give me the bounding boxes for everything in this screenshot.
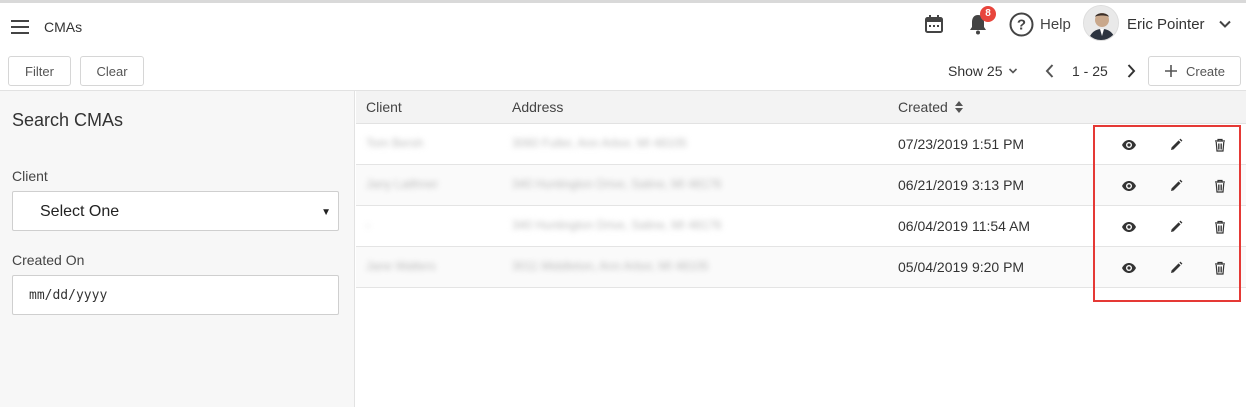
table-row[interactable]: - 340 Huntington Drive, Saline, MI 48176…	[356, 206, 1246, 247]
chevron-down-icon	[1009, 68, 1018, 74]
filter-button[interactable]: Filter	[8, 56, 71, 86]
pager-range: 1 - 25	[1072, 63, 1108, 79]
clear-button[interactable]: Clear	[80, 56, 144, 86]
client-select-value: Select One	[40, 203, 120, 220]
table-row[interactable]: Tom Bersh 3060 Fuller, Ann Arbor, MI 481…	[356, 124, 1246, 165]
cell-created: 06/04/2019 11:54 AM	[898, 218, 1031, 234]
created-on-date-input[interactable]	[12, 275, 339, 315]
table-row[interactable]: Jany Laithner 340 Huntington Drive, Sali…	[356, 165, 1246, 206]
column-header-created-label: Created	[898, 99, 948, 115]
search-title: Search CMAs	[12, 110, 124, 130]
pencil-icon[interactable]	[1166, 135, 1186, 155]
cell-created: 07/23/2019 1:51 PM	[898, 136, 1025, 152]
chevron-left-icon[interactable]	[1043, 63, 1057, 79]
pencil-icon[interactable]	[1166, 176, 1186, 196]
trash-icon[interactable]	[1210, 135, 1230, 155]
page-size-label: Show 25	[948, 63, 1003, 79]
help-icon[interactable]: ?	[1009, 12, 1034, 37]
client-select[interactable]: Select One ▼	[12, 191, 339, 231]
caret-down-icon: ▼	[321, 207, 331, 218]
page-size-select[interactable]: Show 25	[948, 63, 1018, 79]
eye-icon[interactable]	[1119, 258, 1139, 278]
client-label: Client	[12, 168, 48, 184]
pencil-icon[interactable]	[1166, 217, 1186, 237]
cell-address: 340 Huntington Drive, Saline, MI 48176	[512, 218, 722, 232]
svg-text:?: ?	[1017, 17, 1026, 34]
page-title: CMAs	[44, 19, 83, 35]
help-link[interactable]: Help	[1040, 16, 1071, 33]
create-button[interactable]: Create	[1148, 56, 1241, 86]
column-header-client[interactable]: Client	[366, 99, 402, 115]
cell-created: 06/21/2019 3:13 PM	[898, 177, 1025, 193]
calendar-icon[interactable]	[923, 13, 945, 35]
notification-badge: 8	[980, 6, 996, 22]
chevron-down-icon[interactable]	[1218, 17, 1232, 31]
table-row[interactable]: Jane Walters 3011 Middleton, Ann Arbor, …	[356, 247, 1246, 288]
created-on-label: Created On	[12, 252, 85, 268]
cell-client: -	[366, 218, 370, 232]
table-header: Client Address Created	[356, 91, 1246, 124]
eye-icon[interactable]	[1119, 135, 1139, 155]
menu-icon[interactable]	[11, 20, 29, 34]
trash-icon[interactable]	[1210, 258, 1230, 278]
trash-icon[interactable]	[1210, 217, 1230, 237]
cell-address: 3060 Fuller, Ann Arbor, MI 48105	[512, 136, 687, 150]
cell-client: Tom Bersh	[366, 136, 424, 150]
pencil-icon[interactable]	[1166, 258, 1186, 278]
eye-icon[interactable]	[1119, 217, 1139, 237]
avatar[interactable]	[1083, 5, 1119, 41]
cell-address: 340 Huntington Drive, Saline, MI 48176	[512, 177, 722, 191]
sort-icon	[954, 101, 963, 113]
trash-icon[interactable]	[1210, 176, 1230, 196]
create-button-label: Create	[1185, 63, 1226, 79]
eye-icon[interactable]	[1119, 176, 1139, 196]
column-header-created[interactable]: Created	[898, 99, 964, 115]
chevron-right-icon[interactable]	[1124, 63, 1138, 79]
cell-created: 05/04/2019 9:20 PM	[898, 259, 1025, 275]
cell-address: 3011 Middleton, Ann Arbor, MI 48105	[512, 259, 709, 273]
search-panel: Search CMAs Client Select One ▼ Created …	[0, 91, 355, 407]
column-header-address[interactable]: Address	[512, 99, 563, 115]
cell-client: Jane Walters	[366, 259, 436, 273]
user-name[interactable]: Eric Pointer	[1127, 16, 1205, 33]
cell-client: Jany Laithner	[366, 177, 439, 191]
plus-icon	[1164, 65, 1177, 77]
